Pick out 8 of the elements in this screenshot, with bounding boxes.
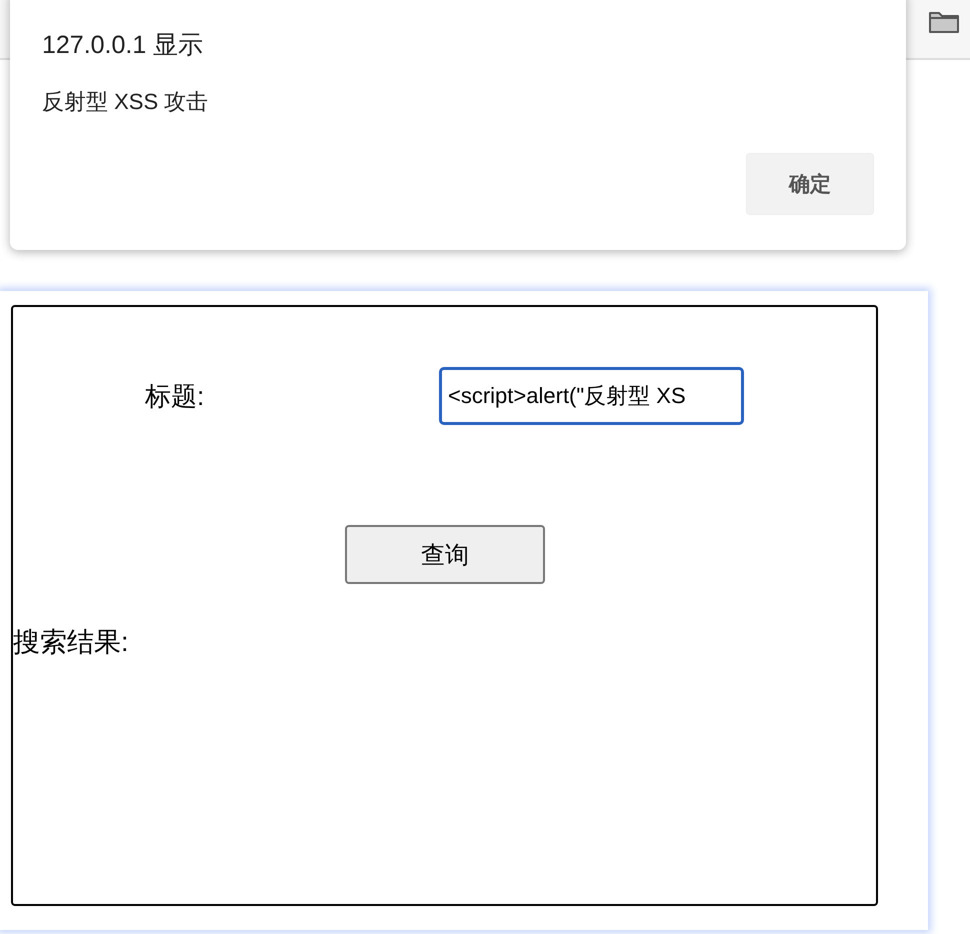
title-input[interactable]: <script>alert("反射型 XS (439, 367, 744, 425)
results-label: 搜索结果: (13, 626, 130, 659)
dialog-message: 反射型 XSS 攻击 (42, 88, 210, 116)
title-label: 标题: (145, 380, 206, 412)
folder-icon[interactable] (928, 10, 960, 34)
ok-button[interactable]: 确定 (746, 153, 874, 215)
query-button[interactable]: 查询 (345, 525, 545, 584)
dialog-title: 127.0.0.1 显示 (42, 30, 204, 61)
